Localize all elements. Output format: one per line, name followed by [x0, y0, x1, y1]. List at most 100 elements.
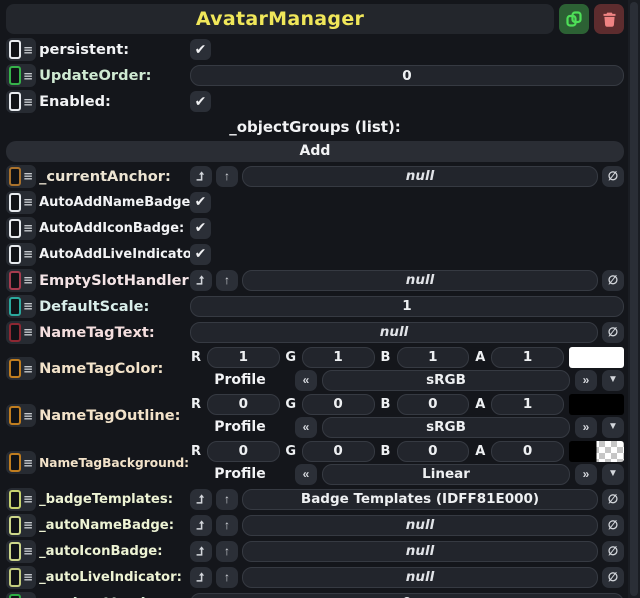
alpha-input[interactable]: 1	[491, 394, 564, 415]
profile-field[interactable]: sRGB	[322, 417, 570, 438]
red-input[interactable]: 0	[207, 441, 280, 462]
drag-handle[interactable]: ≡	[6, 321, 36, 344]
double-chevron-right-icon: »	[583, 468, 590, 480]
goto-reference-button[interactable]	[190, 567, 212, 588]
row-badge-templates: ≡ _badgeTemplates: ↑ Badge Templates (ID…	[6, 488, 624, 511]
clear-reference-button[interactable]: ∅	[602, 166, 624, 187]
current-anchor-reference-field[interactable]: null	[242, 166, 598, 187]
color-swatch[interactable]	[569, 394, 624, 415]
type-pill-icon	[9, 359, 21, 378]
blue-input[interactable]: 0	[397, 441, 470, 462]
color-swatch[interactable]	[569, 347, 624, 368]
blue-input[interactable]: 1	[397, 347, 470, 368]
goto-reference-button[interactable]	[190, 489, 212, 510]
auto-icon-badge-reference-field[interactable]: null	[242, 541, 598, 562]
profile-dropdown-button[interactable]: ▼	[602, 370, 624, 391]
menu-icon: ≡	[23, 300, 33, 312]
channel-label-b: B	[380, 350, 392, 365]
profile-field[interactable]: sRGB	[322, 370, 570, 391]
red-input[interactable]: 0	[207, 394, 280, 415]
color-swatch[interactable]	[569, 441, 624, 462]
move-up-button[interactable]: ↑	[216, 270, 238, 291]
up-arrow-icon: ↑	[224, 493, 230, 505]
clear-reference-button[interactable]: ∅	[602, 541, 624, 562]
green-input[interactable]: 0	[302, 441, 375, 462]
menu-icon: ≡	[23, 519, 33, 531]
menu-icon: ≡	[23, 222, 33, 234]
null-set-icon: ∅	[608, 493, 618, 505]
profile-dropdown-button[interactable]: ▼	[602, 417, 624, 438]
channel-label-a: A	[474, 397, 486, 412]
profile-prev-button[interactable]: «	[295, 417, 317, 438]
drag-handle[interactable]: ≡	[6, 64, 36, 87]
goto-reference-button[interactable]	[190, 270, 212, 291]
auto-live-indicator-reference-field[interactable]: null	[242, 567, 598, 588]
drag-handle[interactable]: ≡	[6, 357, 36, 380]
drag-handle[interactable]: ≡	[6, 451, 36, 474]
red-input[interactable]: 1	[207, 347, 280, 368]
drag-handle[interactable]: ≡	[6, 243, 36, 266]
green-input[interactable]: 0	[302, 394, 375, 415]
profile-prev-button[interactable]: «	[295, 464, 317, 485]
drag-handle[interactable]: ≡	[6, 191, 36, 214]
drag-handle[interactable]: ≡	[6, 90, 36, 113]
goto-reference-button[interactable]	[190, 541, 212, 562]
row-enabled: ≡ Enabled: ✔	[6, 90, 624, 113]
add-object-group-button[interactable]: Add	[6, 141, 624, 162]
clear-reference-button[interactable]: ∅	[602, 489, 624, 510]
profile-next-button[interactable]: »	[575, 370, 597, 391]
drag-handle[interactable]: ≡	[6, 165, 36, 188]
auto-add-name-badge-checkbox[interactable]: ✔	[190, 192, 211, 213]
drag-handle[interactable]: ≡	[6, 488, 36, 511]
auto-name-badge-reference-field[interactable]: null	[242, 515, 598, 536]
clear-reference-button[interactable]: ∅	[602, 567, 624, 588]
enabled-checkbox[interactable]: ✔	[190, 91, 211, 112]
drag-handle[interactable]: ≡	[6, 540, 36, 563]
update-order-input[interactable]: 0	[190, 65, 624, 86]
drag-handle[interactable]: ≡	[6, 566, 36, 589]
default-scale-input[interactable]: 1	[190, 296, 624, 317]
move-up-button[interactable]: ↑	[216, 541, 238, 562]
badge-templates-reference-field[interactable]: Badge Templates (IDFF81E000)	[242, 489, 598, 510]
profile-dropdown-button[interactable]: ▼	[602, 464, 624, 485]
drag-handle[interactable]: ≡	[6, 217, 36, 240]
clear-reference-button[interactable]: ∅	[602, 270, 624, 291]
goto-reference-button[interactable]	[190, 166, 212, 187]
alpha-input[interactable]: 0	[491, 441, 564, 462]
component-title: AvatarManager	[196, 8, 364, 30]
empty-slot-handler-reference-field[interactable]: null	[242, 270, 598, 291]
name-tag-text-input[interactable]: null	[190, 322, 598, 343]
channel-label-r: R	[190, 397, 202, 412]
move-up-button[interactable]: ↑	[216, 166, 238, 187]
auto-add-live-indicator-checkbox[interactable]: ✔	[190, 244, 211, 265]
bent-up-arrow-icon	[195, 571, 207, 583]
update-version-input[interactable]: 0	[190, 593, 624, 598]
drag-handle[interactable]: ≡	[6, 295, 36, 318]
green-input[interactable]: 1	[302, 347, 375, 368]
drag-handle[interactable]: ≡	[6, 592, 36, 598]
bent-up-arrow-icon	[195, 493, 207, 505]
goto-reference-button[interactable]	[190, 515, 212, 536]
move-up-button[interactable]: ↑	[216, 515, 238, 536]
copy-component-button[interactable]	[559, 4, 589, 34]
profile-next-button[interactable]: »	[575, 417, 597, 438]
profile-next-button[interactable]: »	[575, 464, 597, 485]
delete-component-button[interactable]	[594, 4, 624, 34]
scrollbar-thumb[interactable]	[630, 2, 638, 596]
clear-value-button[interactable]: ∅	[602, 322, 624, 343]
profile-prev-button[interactable]: «	[295, 370, 317, 391]
scrollbar[interactable]	[628, 0, 640, 598]
avatar-manager-inspector: AvatarManager ≡ persistent: ✔	[0, 0, 640, 598]
blue-input[interactable]: 0	[397, 394, 470, 415]
alpha-input[interactable]: 1	[491, 347, 564, 368]
drag-handle[interactable]: ≡	[6, 404, 36, 427]
profile-field[interactable]: Linear	[322, 464, 570, 485]
auto-add-icon-badge-checkbox[interactable]: ✔	[190, 218, 211, 239]
move-up-button[interactable]: ↑	[216, 567, 238, 588]
persistent-checkbox[interactable]: ✔	[190, 39, 211, 60]
drag-handle[interactable]: ≡	[6, 514, 36, 537]
move-up-button[interactable]: ↑	[216, 489, 238, 510]
drag-handle[interactable]: ≡	[6, 38, 36, 61]
drag-handle[interactable]: ≡	[6, 269, 36, 292]
clear-reference-button[interactable]: ∅	[602, 515, 624, 536]
